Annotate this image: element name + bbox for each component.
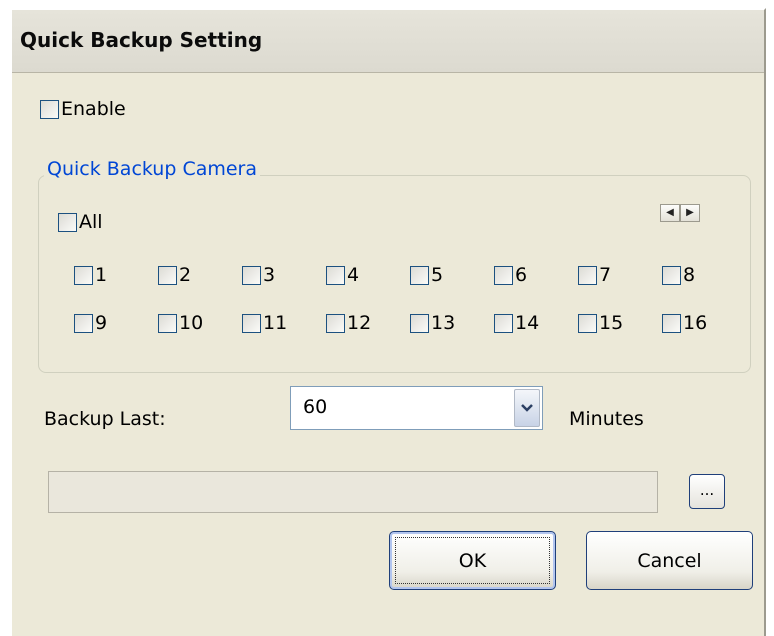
- camera-checkbox[interactable]: [578, 265, 597, 285]
- camera-label: 3: [263, 264, 276, 286]
- camera-label: 11: [263, 312, 288, 334]
- focus-rect: [395, 537, 550, 584]
- camera-checkbox-row[interactable]: 13: [410, 312, 494, 334]
- camera-label: 15: [599, 312, 624, 334]
- camera-checkbox[interactable]: [242, 313, 261, 333]
- all-label: All: [79, 211, 103, 233]
- camera-checkbox-row[interactable]: 7: [578, 264, 662, 286]
- camera-label: 4: [347, 264, 360, 286]
- enable-label: Enable: [61, 98, 126, 120]
- camera-checkbox[interactable]: [410, 265, 429, 285]
- quick-backup-dialog: Quick Backup Setting Enable Quick Backup…: [10, 8, 766, 636]
- dropdown-button[interactable]: [514, 389, 540, 427]
- camera-checkbox[interactable]: [326, 313, 345, 333]
- spin-right-button[interactable]: ▶: [680, 204, 700, 222]
- camera-checkbox-row[interactable]: 8: [662, 264, 746, 286]
- camera-checkbox-row[interactable]: 16: [662, 312, 746, 334]
- camera-label: 8: [683, 264, 696, 286]
- camera-checkbox-row[interactable]: 1: [74, 264, 158, 286]
- camera-checkbox-row[interactable]: 2: [158, 264, 242, 286]
- camera-label: 2: [179, 264, 192, 286]
- camera-checkbox[interactable]: [74, 313, 93, 333]
- camera-label: 13: [431, 312, 456, 334]
- minutes-label: Minutes: [569, 408, 644, 430]
- chevron-down-icon: [521, 404, 533, 412]
- camera-label: 9: [95, 312, 108, 334]
- enable-checkbox-row[interactable]: Enable: [40, 98, 126, 120]
- camera-checkbox[interactable]: [494, 313, 513, 333]
- title-bar: Quick Backup Setting: [12, 10, 764, 73]
- camera-label: 1: [95, 264, 108, 286]
- camera-label: 6: [515, 264, 528, 286]
- cancel-label: Cancel: [637, 549, 702, 572]
- camera-checkbox[interactable]: [326, 265, 345, 285]
- ok-button[interactable]: OK: [389, 531, 556, 590]
- camera-checkbox[interactable]: [158, 313, 177, 333]
- camera-label: 14: [515, 312, 540, 334]
- camera-checkbox[interactable]: [494, 265, 513, 285]
- camera-checkbox-row[interactable]: 6: [494, 264, 578, 286]
- camera-page-spinner: ◀ ▶: [660, 204, 700, 222]
- camera-checkbox-row[interactable]: 9: [74, 312, 158, 334]
- camera-checkbox-grid: 1 2 3 4 5 6 7 8 9 10 11 12 13 14 15 16: [74, 264, 746, 334]
- camera-checkbox-row[interactable]: 10: [158, 312, 242, 334]
- all-checkbox-row[interactable]: All: [58, 211, 103, 233]
- camera-label: 5: [431, 264, 444, 286]
- camera-checkbox-row[interactable]: 5: [410, 264, 494, 286]
- left-arrow-icon: ◀: [666, 207, 674, 218]
- enable-checkbox[interactable]: [40, 99, 59, 119]
- camera-label: 7: [599, 264, 612, 286]
- camera-checkbox[interactable]: [662, 313, 681, 333]
- camera-checkbox[interactable]: [578, 313, 597, 333]
- camera-checkbox-row[interactable]: 14: [494, 312, 578, 334]
- camera-label: 16: [683, 312, 708, 334]
- camera-label: 10: [179, 312, 204, 334]
- cancel-button[interactable]: Cancel: [586, 531, 753, 590]
- camera-checkbox[interactable]: [74, 265, 93, 285]
- camera-checkbox[interactable]: [158, 265, 177, 285]
- spin-left-button[interactable]: ◀: [660, 204, 680, 222]
- camera-label: 12: [347, 312, 372, 334]
- right-arrow-icon: ▶: [686, 207, 694, 218]
- browse-button[interactable]: ...: [689, 474, 725, 509]
- backup-duration-value: 60: [303, 396, 328, 418]
- camera-checkbox-row[interactable]: 3: [242, 264, 326, 286]
- camera-checkbox-row[interactable]: 11: [242, 312, 326, 334]
- camera-checkbox-row[interactable]: 4: [326, 264, 410, 286]
- camera-group-title: Quick Backup Camera: [44, 158, 261, 180]
- camera-checkbox[interactable]: [662, 265, 681, 285]
- camera-checkbox[interactable]: [242, 265, 261, 285]
- backup-duration-select[interactable]: 60: [290, 386, 543, 430]
- backup-last-label: Backup Last:: [44, 408, 166, 430]
- dialog-title: Quick Backup Setting: [20, 28, 263, 52]
- camera-checkbox-row[interactable]: 12: [326, 312, 410, 334]
- backup-path-field[interactable]: [48, 471, 658, 513]
- camera-checkbox[interactable]: [410, 313, 429, 333]
- all-checkbox[interactable]: [58, 212, 77, 232]
- camera-checkbox-row[interactable]: 15: [578, 312, 662, 334]
